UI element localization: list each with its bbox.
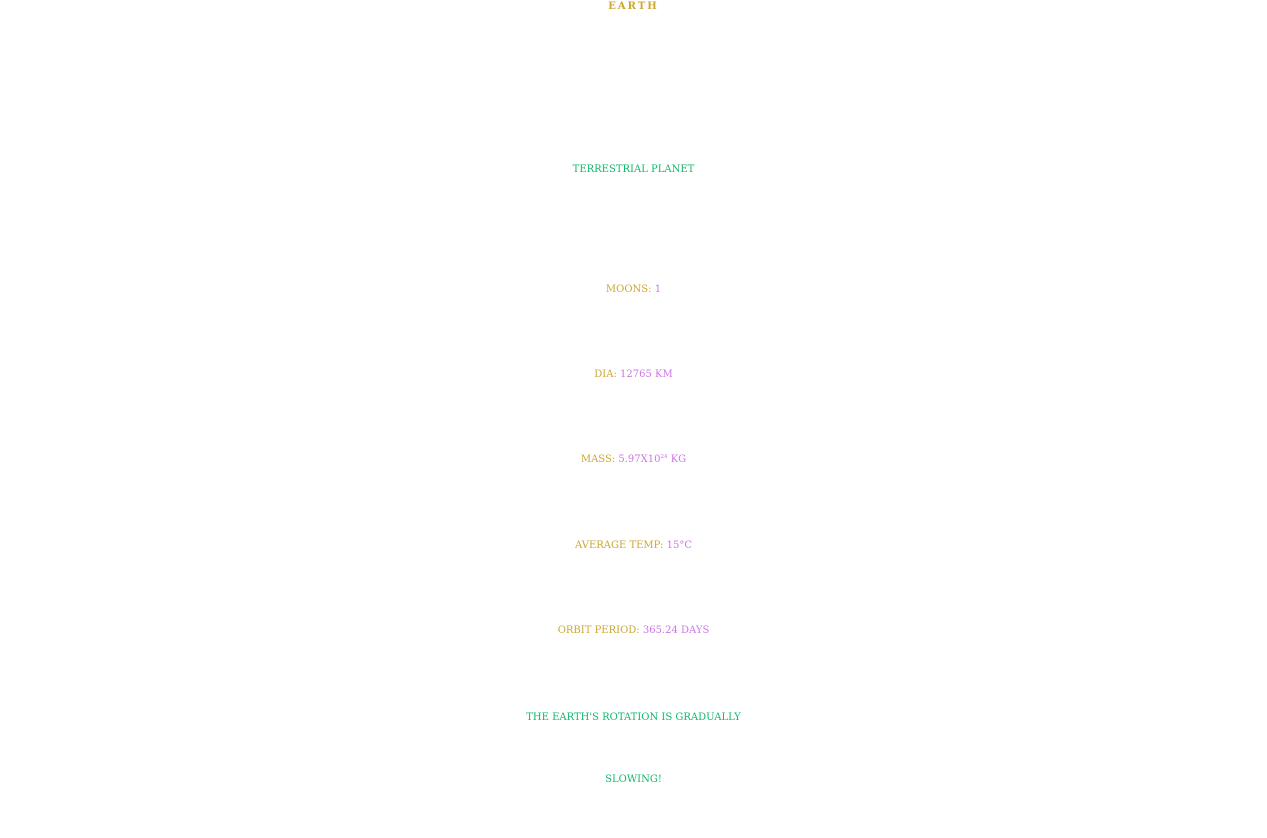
fun-fact-line-1: THE EARTH'S ROTATION IS GRADUALLY [526, 712, 741, 723]
planet-fact-card: EARTH TERRESTRIAL PLANET MOONS: 1 DIA: 1… [0, 0, 1267, 838]
temperature-value: 15°C [666, 540, 692, 551]
orbit-value: 365.24 DAYS [642, 625, 710, 636]
planet-type: TERRESTRIAL PLANET [572, 164, 695, 175]
mass-base: 5.97X10 [618, 454, 661, 465]
mass-exponent: 24 [660, 453, 668, 460]
moons-value: 1 [654, 284, 662, 295]
mass-unit: KG [670, 454, 687, 465]
orbit-stat: ORBIT PERIOD: 365.24 DAYS [0, 626, 1267, 636]
diameter-value: 12765 KM [620, 369, 673, 380]
mass-stat: MASS: 5.97X1024 KG [0, 454, 1267, 465]
moons-label: MOONS: [605, 284, 652, 295]
temperature-stat: AVERAGE TEMP: 15°C [0, 541, 1267, 551]
temperature-label: AVERAGE TEMP: [575, 540, 664, 551]
diameter-label: DIA: [594, 369, 617, 380]
moons-stat: MOONS: 1 [0, 285, 1267, 295]
diameter-stat: DIA: 12765 KM [0, 370, 1267, 380]
orbit-label: ORBIT PERIOD: [557, 625, 640, 636]
fun-fact-line-2: SLOWING! [605, 774, 662, 785]
mass-value: 5.97X1024 KG [618, 454, 686, 465]
mass-label: MASS: [580, 454, 616, 465]
planet-title: EARTH [608, 1, 659, 12]
